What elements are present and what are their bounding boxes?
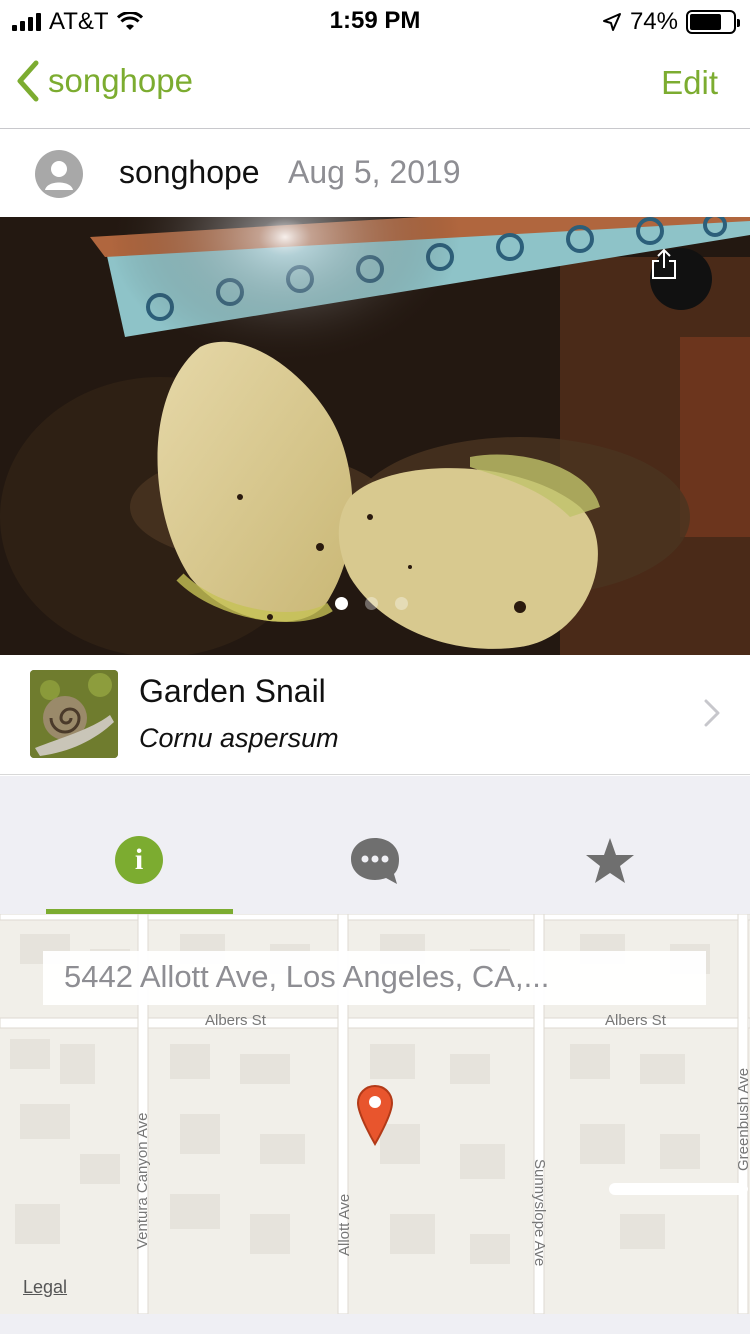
species-scientific-name: Cornu aspersum bbox=[139, 723, 339, 753]
comment-icon bbox=[351, 838, 399, 884]
user-avatar-icon[interactable] bbox=[35, 150, 83, 198]
street-label: Allott Ave bbox=[336, 1193, 353, 1256]
map-pin-icon bbox=[356, 1084, 394, 1146]
chevron-left-icon bbox=[17, 60, 39, 102]
address-label: 5442 Allott Ave, Los Angeles, CA,... bbox=[43, 951, 706, 1005]
street-label: Greenbush Ave bbox=[735, 1067, 750, 1171]
bottom-strip bbox=[0, 1314, 750, 1334]
observer-username[interactable]: songhope bbox=[119, 154, 260, 191]
street-label: Albers St bbox=[205, 1012, 266, 1029]
page-dot bbox=[365, 597, 378, 610]
street-label: Albers St bbox=[605, 1012, 666, 1029]
battery-percent: 74% bbox=[629, 8, 678, 35]
snail-photo-image bbox=[0, 217, 750, 655]
observer-row: songhope Aug 5, 2019 bbox=[0, 130, 750, 217]
location-arrow-icon bbox=[602, 13, 621, 31]
observation-date: Aug 5, 2019 bbox=[288, 154, 461, 190]
back-label: songhope bbox=[48, 62, 193, 99]
share-icon bbox=[652, 248, 676, 279]
share-button[interactable] bbox=[650, 248, 712, 310]
battery-fill bbox=[690, 14, 722, 30]
edit-button[interactable]: Edit bbox=[661, 64, 718, 102]
chevron-right-icon bbox=[704, 699, 720, 727]
page-dot bbox=[395, 597, 408, 610]
back-button[interactable]: songhope bbox=[16, 60, 193, 102]
page-dot bbox=[335, 597, 348, 610]
map-legal-link[interactable]: Legal bbox=[23, 1277, 67, 1298]
location-map[interactable]: 5442 Allott Ave, Los Angeles, CA,... Alb… bbox=[0, 914, 750, 1314]
species-thumbnail bbox=[30, 670, 118, 758]
tab-favorites[interactable] bbox=[485, 836, 735, 914]
info-icon: i bbox=[115, 836, 163, 884]
navigation-bar: songhope Edit bbox=[0, 40, 750, 129]
status-bar: AT&T 1:59 PM 74% bbox=[0, 0, 750, 40]
tab-activity[interactable] bbox=[250, 836, 500, 914]
species-common-name: Garden Snail bbox=[139, 673, 326, 709]
street-label: Sunnyslope Ave bbox=[531, 1159, 548, 1267]
street-label: Ventura Canyon Ave bbox=[134, 1112, 151, 1250]
star-icon bbox=[586, 838, 634, 883]
observation-tabs: i bbox=[0, 776, 750, 914]
status-right: 74% bbox=[602, 8, 740, 36]
battery-icon bbox=[686, 10, 740, 34]
photo-page-indicator bbox=[335, 597, 408, 610]
observation-photo[interactable] bbox=[0, 217, 750, 655]
species-row[interactable]: Garden Snail Cornu aspersum bbox=[0, 655, 750, 775]
tab-info[interactable]: i bbox=[14, 836, 264, 914]
